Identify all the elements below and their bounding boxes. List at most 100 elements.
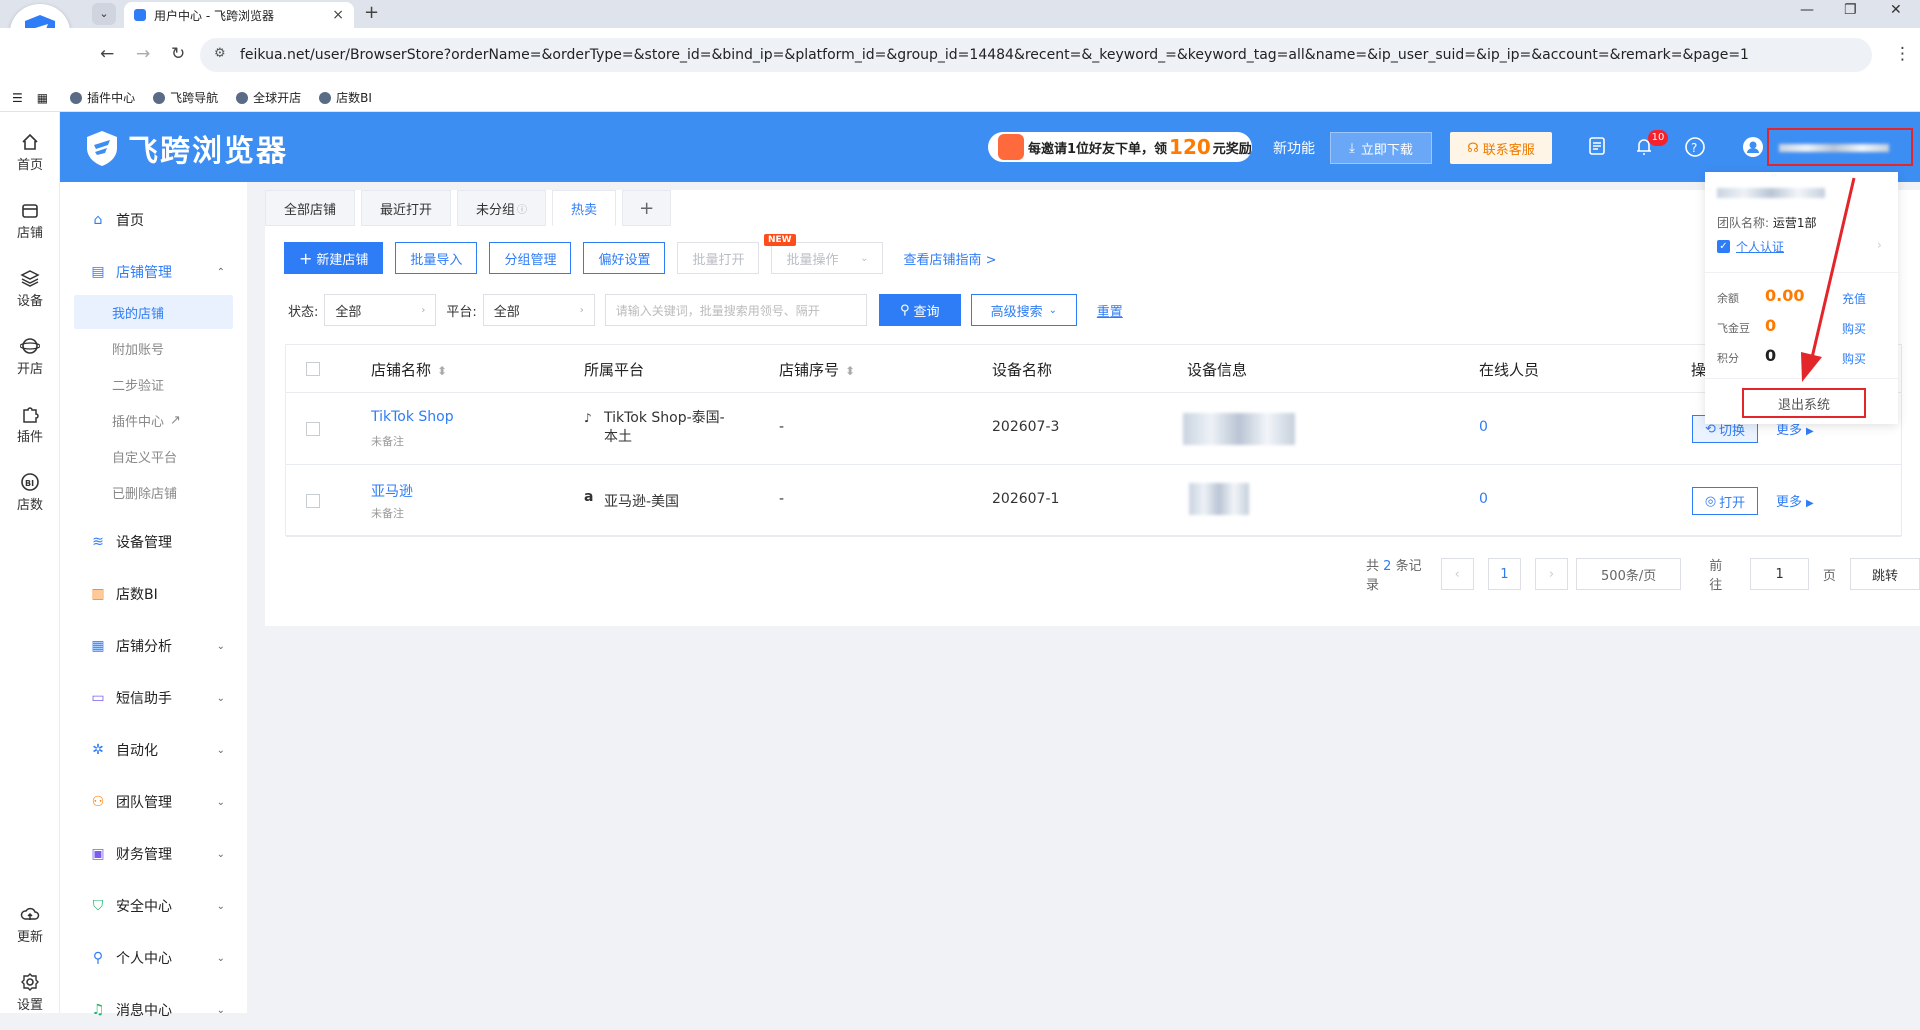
invite-promo-banner[interactable]: 每邀请1位好友下单，领 120 元奖励 [988,132,1252,162]
help-icon[interactable]: ? [1684,136,1706,162]
leftbar-device[interactable]: 设备 [0,268,60,309]
sidebar-item-team[interactable]: ⚇ 团队管理 ⌄ [60,782,247,822]
tab-ungrouped[interactable]: 未分组 ⓘ [457,190,547,226]
prev-page-button[interactable]: ‹ [1440,558,1474,590]
select-all-checkbox[interactable] [306,362,320,376]
minimize-button[interactable]: — [1800,2,1814,18]
sidebar-item-home[interactable]: ⌂ 首页 [60,200,247,240]
leftbar-home[interactable]: 首页 [0,132,60,173]
open-button[interactable]: ◎ 打开 [1692,487,1758,515]
store-guide-link[interactable]: 查看店铺指南 > [903,249,996,268]
col-store-name[interactable]: 店铺名称 ⬍ [371,359,447,380]
query-button[interactable]: ⚲ 查询 [878,294,961,326]
site-info-icon[interactable]: ⚙ [214,46,226,61]
restore-button[interactable]: ❐ [1844,2,1857,18]
sidebar-sub-extra-accounts[interactable]: 附加账号 [74,331,233,365]
batch-open-button[interactable]: 批量打开 [677,242,760,274]
new-tab-button[interactable]: + [364,2,379,23]
online-count[interactable]: 0 [1479,491,1488,507]
tab-recent[interactable]: 最近打开 [361,190,452,226]
buy-points-link[interactable]: 购买 [1842,350,1866,367]
browser-tab[interactable]: 用户中心 - 飞跨浏览器 × [124,2,354,28]
batch-ops-button[interactable]: 批量操作 ⌄ [771,242,884,274]
document-icon[interactable] [1588,136,1606,160]
download-button[interactable]: ⤓ 立即下载 [1330,132,1432,164]
sidebar-item-messages[interactable]: ♫ 消息中心 ⌄ [60,990,247,1030]
logout-button[interactable]: 退出系统 [1742,388,1866,418]
sidebar-sub-2fa[interactable]: 二步验证 [74,367,233,401]
sidebar-item-store-analysis[interactable]: ▦ 店铺分析 ⌄ [60,626,247,666]
jump-button[interactable]: 跳转 [1849,558,1920,590]
contact-support-button[interactable]: ☊ 联系客服 [1450,132,1552,164]
close-tab-icon[interactable]: × [332,7,344,23]
verify-link[interactable]: ✓ 个人认证 [1717,238,1784,255]
sidebar-item-sms[interactable]: ▭ 短信助手 ⌄ [60,678,247,718]
new-store-button[interactable]: + 新建店铺 [284,242,384,274]
blurred-device-info [1189,483,1249,515]
col-seq[interactable]: 店铺序号 ⬍ [779,359,855,380]
reload-icon[interactable]: ↻ [171,44,185,64]
goto-page-input[interactable]: 1 [1750,558,1809,590]
back-icon[interactable]: ← [100,44,114,64]
col-device-info: 设备信息 [1187,361,1248,379]
user-avatar-icon[interactable] [1742,136,1764,162]
tab-search-button[interactable]: ⌄ [92,3,116,25]
sidebar-sub-my-stores[interactable]: 我的店铺 [74,295,233,329]
forward-icon[interactable]: → [136,44,150,64]
bookmark-store-bi[interactable]: 店数BI [319,89,372,106]
sidebar-item-device-mgmt[interactable]: ≋ 设备管理 [60,522,247,562]
bookmark-plugin-center[interactable]: 插件中心 [70,89,135,106]
preferences-button[interactable]: 偏好设置 [583,242,666,274]
bookmark-feikua-nav[interactable]: 飞跨导航 [153,89,218,106]
sidebar-sub-deleted-stores[interactable]: 已删除店铺 [74,475,233,509]
sidebar-item-store-bi[interactable]: ▥ 店数BI [60,574,247,614]
buy-beans-link[interactable]: 购买 [1842,320,1866,337]
tab-all-stores[interactable]: 全部店铺 [265,190,356,226]
platform-select[interactable]: 全部 › [482,294,595,326]
sidebar-item-security[interactable]: ⛉ 安全中心 ⌄ [60,886,247,926]
username-menu-trigger[interactable] [1767,128,1913,166]
bookmark-global-store[interactable]: 全球开店 [236,89,301,106]
next-page-button[interactable]: › [1534,558,1569,590]
recharge-link[interactable]: 充值 [1842,290,1866,307]
store-note: 未备注 [371,435,404,448]
new-feature-link[interactable]: 新功能 [1273,138,1315,158]
page-size-select[interactable]: 500条/页 [1576,558,1682,590]
sidebar-item-store-mgmt[interactable]: ▤ 店铺管理 ⌃ [60,252,247,292]
menu-icon[interactable]: ⋮ [1894,44,1911,64]
beans-value: 0 [1765,316,1777,335]
leftbar-open-store[interactable]: 开店 [0,336,60,377]
url-field[interactable]: feikua.net/user/BrowserStore?orderName=&… [200,38,1872,72]
leftbar-settings[interactable]: 设置 [0,972,60,1013]
sidebar-item-finance[interactable]: ▣ 财务管理 ⌄ [60,834,247,874]
advanced-search-button[interactable]: 高级搜索 ⌄ [970,294,1077,326]
leftbar-shop[interactable]: 店铺 [0,200,60,241]
page-1-button[interactable]: 1 [1487,558,1521,590]
close-window-button[interactable]: ✕ [1890,2,1902,18]
sidebar-sub-custom-platform[interactable]: 自定义平台 [74,439,233,473]
status-select[interactable]: 全部 › [324,294,437,326]
leftbar-bi[interactable]: BI 店数 [0,472,60,513]
store-name-link[interactable]: TikTok Shop [371,409,454,425]
online-count[interactable]: 0 [1479,419,1488,435]
sidebar-item-automation[interactable]: ✲ 自动化 ⌄ [60,730,247,770]
reset-link[interactable]: 重置 [1097,301,1123,320]
keyword-search-input[interactable]: 请输入关键词，批量搜索用领号、隔开 [604,294,867,326]
apps-icon[interactable]: ▦ [37,91,48,105]
search-icon: ⚲ [900,302,910,318]
sidebar-item-personal[interactable]: ⚲ 个人中心 ⌄ [60,938,247,978]
reading-list-icon[interactable]: ☰ [12,91,23,105]
row-checkbox[interactable] [306,494,320,508]
add-tab-button[interactable]: + [622,190,672,226]
leftbar-plugin[interactable]: 插件 [0,404,60,445]
tiktok-icon: ♪ [584,411,592,425]
leftbar-update[interactable]: 更新 [0,904,60,945]
more-menu[interactable]: 更多 ▶ [1776,491,1814,510]
store-name-link[interactable]: 亚马逊 [371,481,413,501]
group-mgmt-button[interactable]: 分组管理 [489,242,572,274]
tab-hot[interactable]: 热卖 [552,190,617,226]
sidebar-sub-plugin-center[interactable]: 插件中心 ↗ [74,403,233,437]
batch-import-button[interactable]: 批量导入 [395,242,478,274]
row-checkbox[interactable] [306,422,320,436]
beans-label: 飞金豆 [1717,322,1750,335]
